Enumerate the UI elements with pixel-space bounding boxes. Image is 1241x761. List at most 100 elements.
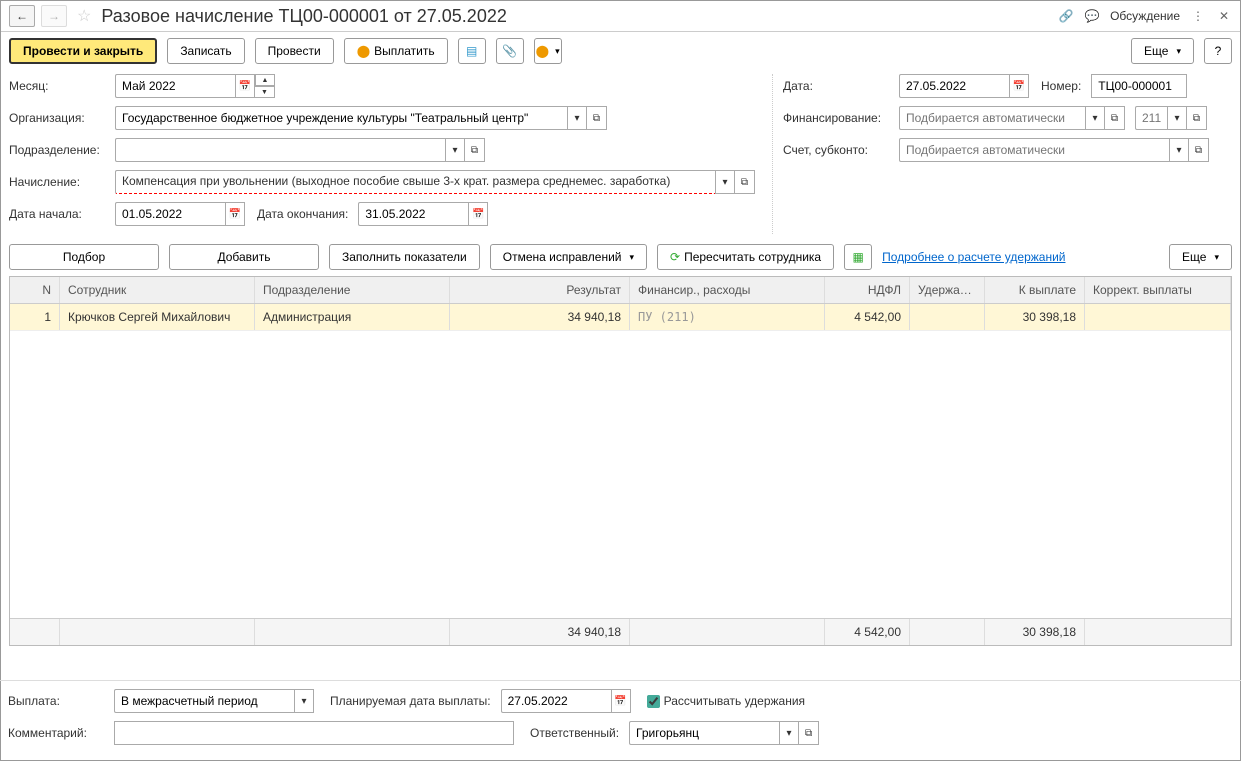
more-button[interactable]: Еще▾ xyxy=(1131,38,1194,64)
number-input[interactable] xyxy=(1091,74,1187,98)
plan-date-calendar-icon[interactable]: 📅 xyxy=(611,689,631,713)
dept-label: Подразделение: xyxy=(9,143,109,157)
col-holdings[interactable]: Удержания xyxy=(910,277,985,303)
col-payout[interactable]: К выплате xyxy=(985,277,1085,303)
month-calendar-icon[interactable]: 📅 xyxy=(235,74,255,98)
post-button[interactable]: Провести xyxy=(255,38,334,64)
date-start-input[interactable] xyxy=(115,202,225,226)
pick-button[interactable]: Подбор xyxy=(9,244,159,270)
cell-department: Администрация xyxy=(255,304,450,330)
cell-correction xyxy=(1085,304,1231,330)
dept-open-button[interactable]: ⧉ xyxy=(465,138,485,162)
pay-button[interactable]: ⬤Выплатить xyxy=(344,38,448,64)
cell-payout: 30 398,18 xyxy=(985,304,1085,330)
refresh-icon: ⟳ xyxy=(670,250,680,264)
col-n[interactable]: N xyxy=(10,277,60,303)
cell-result: 34 940,18 xyxy=(450,304,630,330)
details-link[interactable]: Подробнее о расчете удержаний xyxy=(882,250,1065,264)
account-dropdown-button[interactable]: ▾ xyxy=(1169,138,1189,162)
col-tax[interactable]: НДФЛ xyxy=(825,277,910,303)
org-open-button[interactable]: ⧉ xyxy=(587,106,607,130)
responsible-input[interactable] xyxy=(629,721,779,745)
favorite-icon[interactable]: ☆ xyxy=(77,6,91,26)
plan-date-label: Планируемая дата выплаты: xyxy=(330,694,495,708)
date-label: Дата: xyxy=(783,79,893,93)
recalc-button[interactable]: ⟳Пересчитать сотрудника xyxy=(657,244,834,270)
responsible-dropdown-button[interactable]: ▾ xyxy=(779,721,799,745)
financing-input[interactable] xyxy=(899,106,1085,130)
nav-back-button[interactable]: ← xyxy=(9,5,35,27)
month-up-button[interactable]: ▲ xyxy=(255,74,275,86)
fill-button[interactable]: Заполнить показатели xyxy=(329,244,480,270)
month-label: Месяц: xyxy=(9,79,109,93)
dept-input[interactable] xyxy=(115,138,445,162)
cancel-fix-button[interactable]: Отмена исправлений▾ xyxy=(490,244,647,270)
cell-holdings xyxy=(910,304,985,330)
total-result: 34 940,18 xyxy=(450,619,630,645)
window-title: Разовое начисление ТЦ00-000001 от 27.05.… xyxy=(101,6,1052,27)
table-row[interactable]: 1 Крючков Сергей Михайлович Администраци… xyxy=(10,304,1231,331)
org-label: Организация: xyxy=(9,111,109,125)
code-dropdown-button[interactable]: ▾ xyxy=(1167,106,1187,130)
col-correction[interactable]: Коррект. выплаты xyxy=(1085,277,1231,303)
employee-table: N Сотрудник Подразделение Результат Фина… xyxy=(9,276,1232,646)
cell-financing: ПУ (211) xyxy=(630,304,825,330)
financing-open-button[interactable]: ⧉ xyxy=(1105,106,1125,130)
table-icon-button[interactable]: ▦ xyxy=(844,244,872,270)
calc-holdings-checkbox[interactable]: Рассчитывать удержания xyxy=(647,694,805,708)
date-calendar-icon[interactable]: 📅 xyxy=(1009,74,1029,98)
attach-button[interactable]: 📎 xyxy=(496,38,524,64)
link-icon[interactable]: 🔗 xyxy=(1058,8,1074,24)
date-end-input[interactable] xyxy=(358,202,468,226)
menu-icon[interactable]: ⋮ xyxy=(1190,8,1206,24)
code-open-button[interactable]: ⧉ xyxy=(1187,106,1207,130)
financing-dropdown-button[interactable]: ▾ xyxy=(1085,106,1105,130)
col-financing[interactable]: Финансир., расходы xyxy=(630,277,825,303)
comment-label: Комментарий: xyxy=(8,726,108,740)
payment-dropdown-button[interactable]: ▾ xyxy=(294,689,314,713)
cell-employee: Крючков Сергей Михайлович xyxy=(60,304,255,330)
account-input[interactable] xyxy=(899,138,1169,162)
dept-dropdown-button[interactable]: ▾ xyxy=(445,138,465,162)
col-department[interactable]: Подразделение xyxy=(255,277,450,303)
cell-tax: 4 542,00 xyxy=(825,304,910,330)
discuss-label[interactable]: Обсуждение xyxy=(1110,9,1180,23)
nav-forward-button[interactable]: → xyxy=(41,5,67,27)
extra-button[interactable]: ⬤▾ xyxy=(534,38,562,64)
accrual-input[interactable]: Компенсация при увольнении (выходное пос… xyxy=(115,170,715,194)
accrual-open-button[interactable]: ⧉ xyxy=(735,170,755,194)
discuss-icon[interactable]: 💬 xyxy=(1084,8,1100,24)
date-input[interactable] xyxy=(899,74,1009,98)
payment-input[interactable] xyxy=(114,689,294,713)
cell-n: 1 xyxy=(10,304,60,330)
col-employee[interactable]: Сотрудник xyxy=(60,277,255,303)
month-down-button[interactable]: ▼ xyxy=(255,86,275,98)
help-button[interactable]: ? xyxy=(1204,38,1232,64)
org-dropdown-button[interactable]: ▾ xyxy=(567,106,587,130)
add-button[interactable]: Добавить xyxy=(169,244,319,270)
total-tax: 4 542,00 xyxy=(825,619,910,645)
date-end-label: Дата окончания: xyxy=(257,207,352,221)
month-input[interactable] xyxy=(115,74,235,98)
post-close-button[interactable]: Провести и закрыть xyxy=(9,38,157,64)
account-open-button[interactable]: ⧉ xyxy=(1189,138,1209,162)
responsible-open-button[interactable]: ⧉ xyxy=(799,721,819,745)
total-payout: 30 398,18 xyxy=(985,619,1085,645)
pay-icon: ⬤ xyxy=(357,44,370,58)
calc-holdings-input[interactable] xyxy=(647,695,660,708)
accrual-label: Начисление: xyxy=(9,175,109,189)
financing-label: Финансирование: xyxy=(783,111,893,125)
payment-label: Выплата: xyxy=(8,694,108,708)
table-more-button[interactable]: Еще▾ xyxy=(1169,244,1232,270)
date-start-calendar-icon[interactable]: 📅 xyxy=(225,202,245,226)
col-result[interactable]: Результат xyxy=(450,277,630,303)
report-button[interactable]: ▤ xyxy=(458,38,486,64)
save-button[interactable]: Записать xyxy=(167,38,244,64)
comment-input[interactable] xyxy=(114,721,514,745)
plan-date-input[interactable] xyxy=(501,689,611,713)
date-end-calendar-icon[interactable]: 📅 xyxy=(468,202,488,226)
accrual-dropdown-button[interactable]: ▾ xyxy=(715,170,735,194)
code-input[interactable] xyxy=(1135,106,1167,130)
close-icon[interactable]: ✕ xyxy=(1216,8,1232,24)
org-input[interactable] xyxy=(115,106,567,130)
